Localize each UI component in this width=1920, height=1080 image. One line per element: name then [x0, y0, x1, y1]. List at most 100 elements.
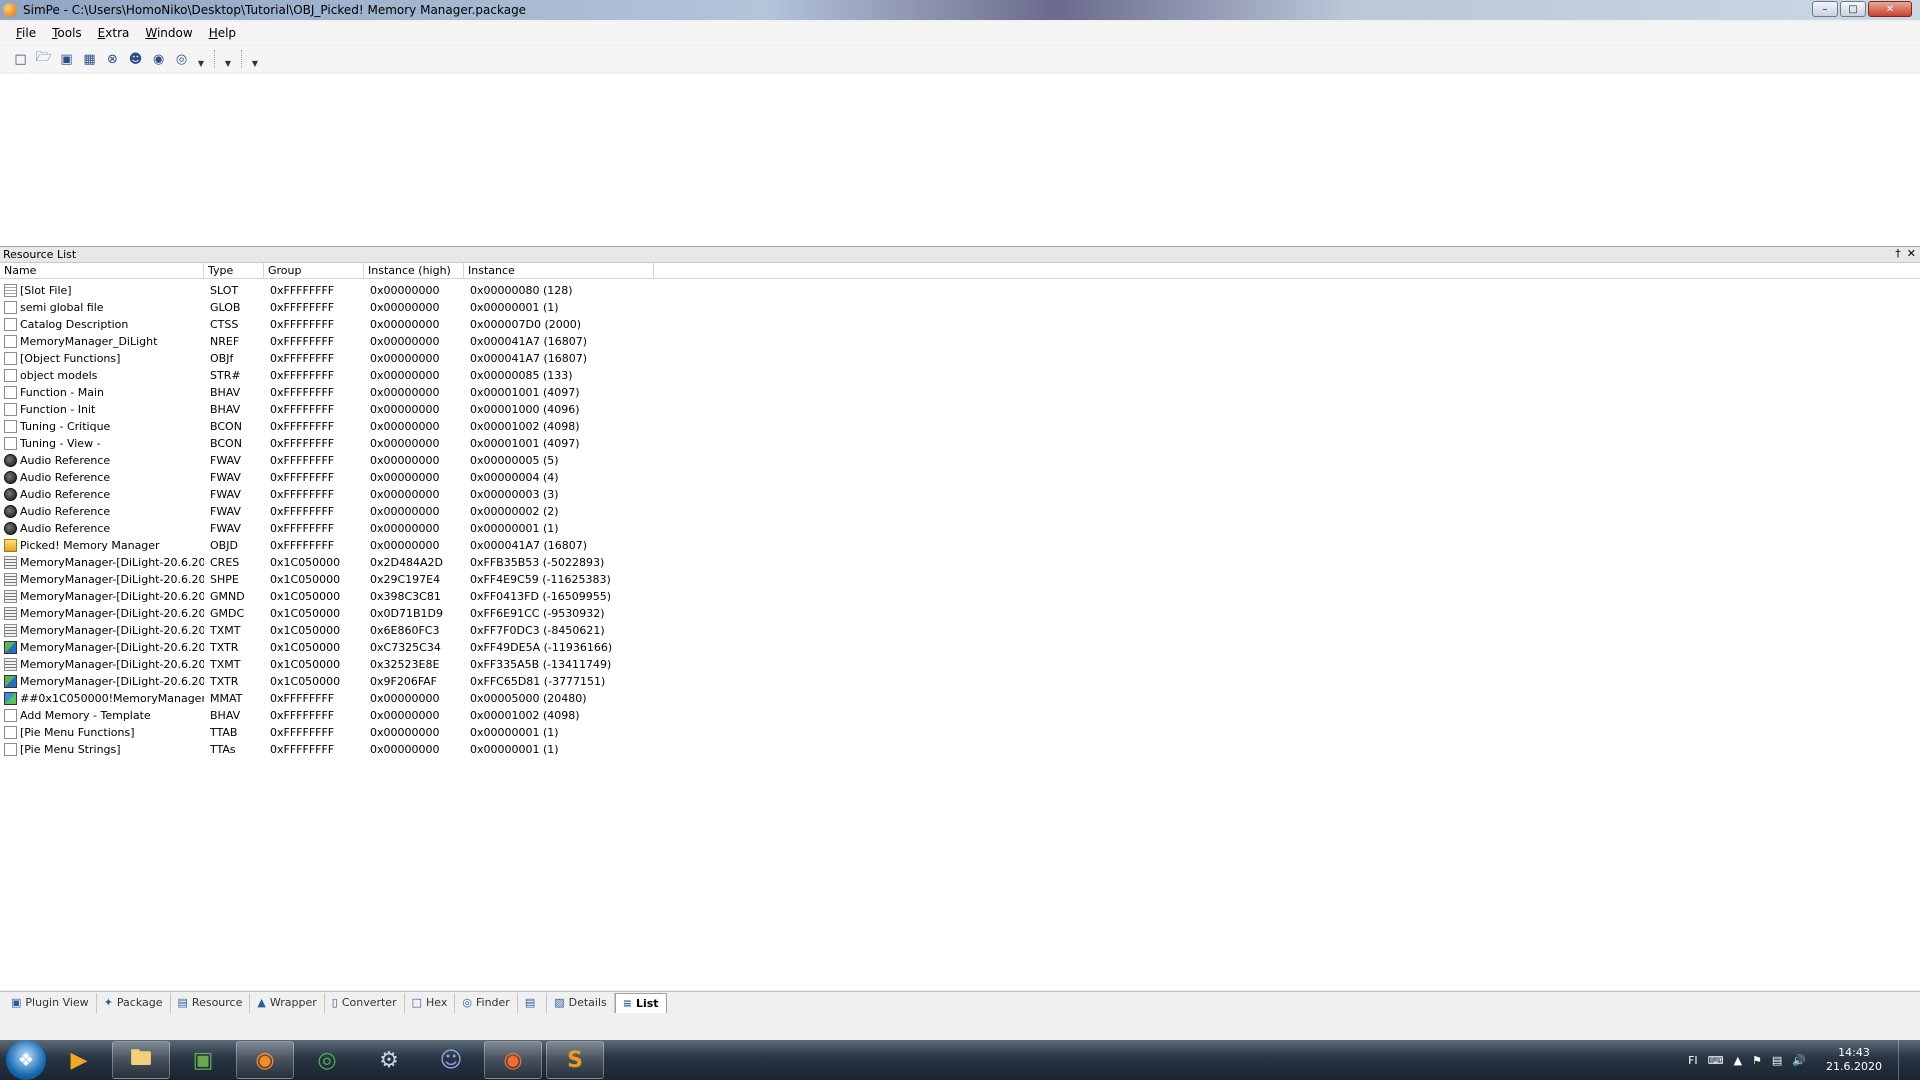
- open-folder-icon[interactable]: 🗁: [35, 50, 52, 68]
- tab-hex[interactable]: □ Hex: [405, 992, 456, 1013]
- save-as-icon[interactable]: ▦: [81, 51, 98, 68]
- column-instance-high[interactable]: Instance (high): [364, 263, 464, 278]
- table-row[interactable]: MemoryManager-[DiLight-20.6.2014-... GMND…: [0, 588, 1920, 605]
- cell-instance: 0x000041A7 (16807): [470, 539, 588, 552]
- cell-instance-high: 0x00000000: [370, 335, 440, 348]
- volume-icon[interactable]: 🔊: [1792, 1054, 1806, 1067]
- cell-type: MMAT: [210, 692, 243, 705]
- table-row[interactable]: MemoryManager-[DiLight-20.6.2014-... TXMT…: [0, 622, 1920, 639]
- table-row[interactable]: MemoryManager-[DiLight-20.6.2014-... SHPE…: [0, 571, 1920, 588]
- toolbar-overflow-3-icon[interactable]: ▼: [250, 51, 260, 68]
- simpe-icon[interactable]: S: [546, 1041, 604, 1079]
- tab-list[interactable]: ≡ List: [614, 992, 667, 1013]
- table-row[interactable]: Audio Reference FWAV 0xFFFFFFFF 0x00000000 0…: [0, 503, 1920, 520]
- menu-tools[interactable]: Tools: [44, 26, 90, 40]
- resource-mmat-icon: [4, 692, 17, 705]
- table-row[interactable]: semi global file GLOB 0xFFFFFFFF 0x00000000…: [0, 299, 1920, 316]
- tab-package[interactable]: ✦ Package: [97, 992, 171, 1013]
- save-icon[interactable]: ▣: [58, 51, 75, 68]
- table-row[interactable]: Tuning - View - BCON 0xFFFFFFFF 0x00000000 0…: [0, 435, 1920, 452]
- toolbar-overflow-1-icon[interactable]: ▼: [196, 51, 206, 68]
- toolbar-overflow-2-icon[interactable]: ▼: [223, 51, 233, 68]
- language-indicator[interactable]: FI: [1688, 1054, 1698, 1067]
- table-row[interactable]: MemoryManager_DiLight NREF 0xFFFFFFFF 0x000…: [0, 333, 1920, 350]
- steam-icon[interactable]: ⚙: [360, 1041, 418, 1079]
- close-window-button[interactable]: ✕: [1868, 1, 1912, 17]
- keyboard-icon[interactable]: ⌨: [1708, 1054, 1724, 1067]
- clock[interactable]: 14:43 21.6.2020: [1826, 1046, 1882, 1074]
- resource-doc-icon: [4, 709, 17, 722]
- tab-converter[interactable]: ▯ Converter: [325, 992, 405, 1013]
- table-row[interactable]: Tuning - Critique BCON 0xFFFFFFFF 0x0000000…: [0, 418, 1920, 435]
- tab-wrapper[interactable]: ▲ Wrapper: [250, 992, 325, 1013]
- table-row[interactable]: [Pie Menu Functions] TTAB 0xFFFFFFFF 0x0000…: [0, 724, 1920, 741]
- table-row[interactable]: [Object Functions] OBJf 0xFFFFFFFF 0x000000…: [0, 350, 1920, 367]
- table-row[interactable]: MemoryManager-[DiLight-20.6.2014-... CRES…: [0, 554, 1920, 571]
- resource-slot-icon: [4, 284, 17, 297]
- clock-date: 21.6.2020: [1826, 1060, 1882, 1073]
- cell-name: semi global file: [0, 301, 204, 314]
- resource-doc-icon: [4, 403, 17, 416]
- table-row[interactable]: Audio Reference FWAV 0xFFFFFFFF 0x00000000 0…: [0, 452, 1920, 469]
- table-row[interactable]: ##0x1C050000!MemoryManager-[Di... MMAT 0xF…: [0, 690, 1920, 707]
- table-row[interactable]: MemoryManager-[DiLight-20.6.2014-... TXMT…: [0, 656, 1920, 673]
- cell-group: 0xFFFFFFFF: [270, 403, 335, 416]
- table-row[interactable]: MemoryManager-[DiLight-20.6.2014-... TXTR…: [0, 673, 1920, 690]
- resource-name: Tuning - View -: [20, 437, 101, 450]
- close-icon[interactable]: ⊗: [104, 51, 121, 68]
- firefox-icon[interactable]: ◉: [236, 1041, 294, 1079]
- table-row[interactable]: Audio Reference FWAV 0xFFFFFFFF 0x00000000 0…: [0, 520, 1920, 537]
- action-center-flag-icon[interactable]: ⚑: [1752, 1054, 1762, 1067]
- users-icon[interactable]: ☻: [127, 51, 144, 68]
- cell-group: 0xFFFFFFFF: [270, 505, 335, 518]
- cell-name: Tuning - View -: [0, 437, 204, 450]
- network-icon[interactable]: ▤: [1772, 1054, 1782, 1067]
- table-row[interactable]: Catalog Description CTSS 0xFFFFFFFF 0x00000…: [0, 316, 1920, 333]
- table-row[interactable]: MemoryManager-[DiLight-20.6.2014-... TXTR…: [0, 639, 1920, 656]
- table-row[interactable]: object models STR# 0xFFFFFFFF 0x00000000 0x0…: [0, 367, 1920, 384]
- cell-type: FWAV: [210, 488, 241, 501]
- panel-close-icon[interactable]: ✕: [1907, 247, 1916, 260]
- minecraft-icon[interactable]: ▣: [174, 1041, 232, 1079]
- cell-type: BCON: [210, 420, 242, 433]
- pin-icon[interactable]: †: [1895, 247, 1901, 260]
- tab-resource[interactable]: ▤ Resource: [171, 992, 251, 1013]
- tab-plugin-view[interactable]: ▣ Plugin View: [4, 992, 97, 1013]
- column-name[interactable]: Name: [0, 263, 204, 278]
- maximize-button[interactable]: □: [1840, 1, 1866, 17]
- globe-remove-icon[interactable]: ◎: [173, 51, 190, 68]
- minimize-button[interactable]: –: [1812, 1, 1838, 17]
- resource-rows: [Slot File] SLOT 0xFFFFFFFF 0x00000000 0x000…: [0, 282, 1920, 758]
- cell-group: 0x1C050000: [270, 556, 341, 569]
- discord-icon[interactable]: ☺: [422, 1041, 480, 1079]
- tab-details[interactable]: ▧ Details: [547, 992, 615, 1013]
- show-hidden-icons-icon[interactable]: ▲: [1734, 1054, 1742, 1067]
- chrome-icon[interactable]: ◎: [298, 1041, 356, 1079]
- table-row[interactable]: Audio Reference FWAV 0xFFFFFFFF 0x00000000 0…: [0, 469, 1920, 486]
- tab-unlabeled[interactable]: ▤: [518, 992, 548, 1013]
- table-row[interactable]: Audio Reference FWAV 0xFFFFFFFF 0x00000000 0…: [0, 486, 1920, 503]
- column-instance[interactable]: Instance: [464, 263, 654, 278]
- menu-help[interactable]: Help: [201, 26, 244, 40]
- menu-file[interactable]: File: [8, 26, 44, 40]
- tab-label: Finder: [475, 996, 510, 1009]
- origin-icon[interactable]: ◉: [484, 1041, 542, 1079]
- start-button[interactable]: ❖: [6, 1040, 46, 1080]
- show-desktop-button[interactable]: [1898, 1040, 1912, 1080]
- table-row[interactable]: [Pie Menu Strings] TTAs 0xFFFFFFFF 0x000000…: [0, 741, 1920, 758]
- file-explorer-icon[interactable]: 🖿: [112, 1041, 170, 1079]
- table-row[interactable]: [Slot File] SLOT 0xFFFFFFFF 0x00000000 0x000…: [0, 282, 1920, 299]
- globe-icon[interactable]: ◉: [150, 51, 167, 68]
- table-row[interactable]: Function - Init BHAV 0xFFFFFFFF 0x00000000 0…: [0, 401, 1920, 418]
- column-group[interactable]: Group: [264, 263, 364, 278]
- menu-window[interactable]: Window: [137, 26, 200, 40]
- media-player-icon[interactable]: ▶: [50, 1041, 108, 1079]
- new-file-icon[interactable]: □: [12, 51, 29, 68]
- tab-finder[interactable]: ◎ Finder: [455, 992, 518, 1013]
- table-row[interactable]: Function - Main BHAV 0xFFFFFFFF 0x00000000 0…: [0, 384, 1920, 401]
- menu-extra[interactable]: Extra: [90, 26, 138, 40]
- table-row[interactable]: MemoryManager-[DiLight-20.6.2014-... GMDC…: [0, 605, 1920, 622]
- table-row[interactable]: Picked! Memory Manager OBJD 0xFFFFFFFF 0x00…: [0, 537, 1920, 554]
- column-type[interactable]: Type: [204, 263, 264, 278]
- table-row[interactable]: Add Memory - Template BHAV 0xFFFFFFFF 0x000…: [0, 707, 1920, 724]
